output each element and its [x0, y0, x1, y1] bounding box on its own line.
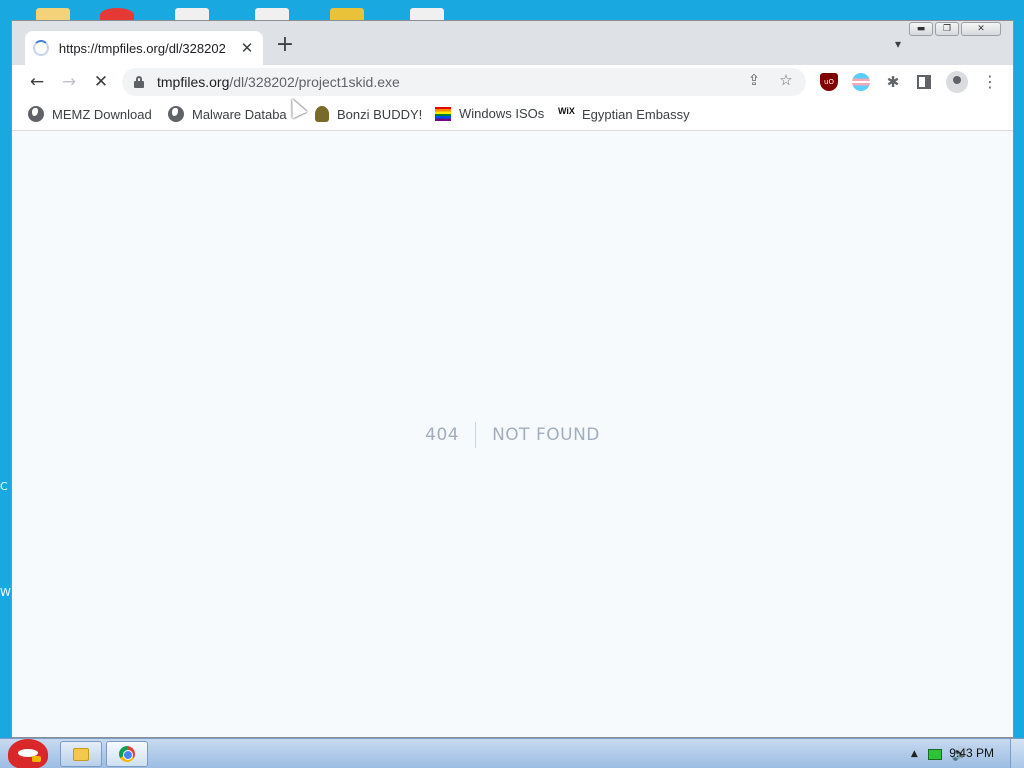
loading-spinner-icon — [33, 40, 49, 56]
stop-loading-icon[interactable]: ✕ — [90, 71, 112, 93]
globe-icon — [28, 106, 44, 122]
restore-button[interactable]: ❐ — [935, 22, 959, 36]
chrome-icon — [119, 746, 135, 762]
minimize-button[interactable]: ▬ — [909, 22, 933, 36]
bookmark-label: Egyptian Embassy — [582, 106, 690, 122]
url-host: tmpfiles.org — [157, 74, 230, 90]
tab-search-chevron-icon[interactable]: ▾ — [895, 37, 901, 51]
bookmark-windows-isos[interactable]: Windows ISOs — [435, 106, 544, 121]
globe-icon — [168, 106, 184, 122]
side-panel-icon[interactable] — [917, 75, 931, 89]
url-text[interactable]: tmpfiles.org/dl/328202/project1skid.exe — [157, 74, 400, 90]
bookmark-label: MEMZ Download — [52, 106, 152, 122]
show-hidden-icons-icon[interactable]: ▲ — [911, 749, 918, 759]
error-code: 404 — [425, 422, 477, 448]
bookmark-label: Bonzi BUDDY! — [337, 106, 423, 122]
share-icon[interactable]: ⇪ — [744, 71, 764, 89]
bookmarks-bar: MEMZ Download Malware Databa Bonzi BUDDY… — [12, 99, 1013, 131]
lock-icon[interactable] — [134, 76, 144, 88]
file-explorer-icon — [73, 747, 89, 761]
ublock-origin-icon[interactable]: uO — [820, 73, 838, 91]
profile-avatar-icon[interactable] — [946, 71, 968, 93]
address-bar[interactable]: tmpfiles.org/dl/328202/project1skid.exe … — [122, 68, 806, 96]
taskbar-chrome-button[interactable] — [106, 741, 148, 767]
network-icon[interactable] — [927, 748, 942, 760]
error-text: NOT FOUND — [492, 425, 600, 445]
new-tab-icon[interactable]: + — [274, 34, 296, 57]
trans-flag-extension-icon[interactable] — [852, 73, 870, 91]
bookmark-bonzi-buddy[interactable]: Bonzi BUDDY! — [315, 106, 422, 122]
menu-kebab-icon[interactable]: ⋮ — [982, 71, 998, 93]
bookmark-memz-download[interactable]: MEMZ Download — [28, 106, 152, 122]
desktop-label-fragment: C — [0, 480, 8, 493]
close-tab-icon[interactable]: ✕ — [239, 39, 255, 57]
bonzi-icon — [315, 106, 329, 122]
clock[interactable]: 9:43 PM — [949, 746, 994, 760]
not-found-message: 404 NOT FOUND — [12, 422, 1013, 448]
bookmark-label: Malware Databa — [192, 106, 287, 122]
omnibox-actions: ⇪ ☆ — [744, 71, 796, 89]
bookmark-star-icon[interactable]: ☆ — [776, 71, 796, 89]
url-path: /dl/328202/project1skid.exe — [229, 74, 400, 90]
start-button[interactable] — [2, 739, 50, 768]
forward-arrow-icon[interactable]: → — [58, 71, 80, 93]
desktop-label-fragment: W — [0, 586, 11, 599]
chrome-window: https://tmpfiles.org/dl/328202 ✕ + ▾ ▬ ❐… — [11, 20, 1014, 738]
tab-strip: https://tmpfiles.org/dl/328202 ✕ + ▾ ▬ ❐… — [12, 21, 1013, 65]
bookmark-label: Windows ISOs — [459, 106, 545, 121]
toolbar: ← → ✕ tmpfiles.org/dl/328202/project1ski… — [12, 65, 1013, 99]
taskbar-explorer-button[interactable] — [60, 741, 102, 767]
wix-icon: WiX — [558, 106, 575, 116]
tab-title: https://tmpfiles.org/dl/328202 — [58, 40, 226, 56]
extensions-puzzle-icon[interactable]: ✱ — [884, 73, 902, 91]
active-tab[interactable]: https://tmpfiles.org/dl/328202 ✕ — [25, 31, 263, 65]
page-content: 404 NOT FOUND — [12, 132, 1013, 737]
taskbar: ▲ 🔊 9:43 PM — [0, 738, 1024, 768]
back-arrow-icon[interactable]: ← — [26, 71, 48, 93]
bookmark-malware-database[interactable]: Malware Databa — [168, 106, 287, 122]
angry-bird-start-icon — [8, 739, 48, 768]
bookmark-egyptian-embassy[interactable]: WiX Egyptian Embassy — [558, 106, 690, 122]
close-window-button[interactable]: ✕ — [961, 22, 1001, 36]
show-desktop-button[interactable] — [1010, 739, 1024, 768]
window-controls: ▬ ❐ ✕ — [909, 22, 1001, 36]
rainbow-flag-icon — [435, 106, 451, 121]
